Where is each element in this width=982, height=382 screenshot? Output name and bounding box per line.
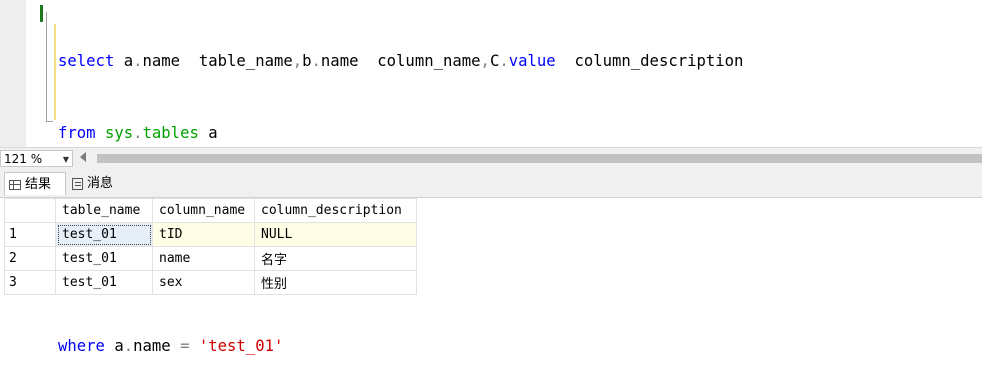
keyword: where <box>58 336 105 355</box>
comma: , <box>292 52 303 71</box>
table-row[interactable]: 3 test_01 sex 性别 <box>4 270 417 295</box>
system-view: tables <box>142 123 199 142</box>
column-header[interactable]: column_description <box>254 198 417 223</box>
table-cell[interactable]: test_01 <box>55 222 153 247</box>
table-cell[interactable]: NULL <box>254 222 417 247</box>
dot: . <box>133 52 143 71</box>
grid-icon <box>9 179 21 190</box>
sql-line-2[interactable]: from sys.tables a <box>58 122 982 146</box>
row-number[interactable]: 1 <box>4 222 56 247</box>
tab-messages[interactable]: 消息 <box>68 172 130 195</box>
row-number[interactable]: 2 <box>4 246 56 271</box>
row-number-header[interactable] <box>4 198 56 223</box>
horizontal-scrollbar[interactable] <box>97 154 982 163</box>
operator: = <box>180 336 190 355</box>
column-header[interactable]: column_name <box>152 198 255 223</box>
tab-results[interactable]: 结果 <box>4 172 66 195</box>
results-grid[interactable]: table_name column_name column_descriptio… <box>0 198 982 307</box>
table-cell[interactable]: name <box>152 246 255 271</box>
identifier: name <box>133 336 171 355</box>
result-tabs: 结果 消息 <box>0 170 982 198</box>
keyword: select <box>58 52 115 71</box>
table-cell[interactable]: tID <box>152 222 255 247</box>
identifier: C <box>489 52 500 71</box>
table-cell[interactable]: test_01 <box>55 270 153 295</box>
alias: column_name <box>377 52 481 71</box>
editor-gutter <box>0 0 26 147</box>
table-cell[interactable]: sex <box>152 270 255 295</box>
table-row[interactable]: 1 test_01 tID NULL <box>4 222 417 247</box>
identifier: b <box>302 52 312 71</box>
sql-line-1[interactable]: select a.name table_name,b.name column_n… <box>58 50 982 74</box>
message-icon <box>72 177 83 190</box>
header-row: table_name column_name column_descriptio… <box>4 198 417 223</box>
alias: table_name <box>198 52 293 71</box>
dot: . <box>499 52 509 71</box>
zoom-bar: 121 % ▼ <box>0 147 982 170</box>
zoom-dropdown[interactable]: 121 % ▼ <box>0 150 73 167</box>
row-number[interactable]: 3 <box>4 270 56 295</box>
keyword: value <box>508 52 556 71</box>
comma: , <box>480 52 490 71</box>
statement-outline-bracket <box>46 12 53 122</box>
dot: . <box>133 123 143 142</box>
tab-messages-label: 消息 <box>87 176 114 191</box>
identifier: a <box>123 52 134 71</box>
string-literal: 'test_01' <box>198 336 284 355</box>
scroll-left-icon[interactable] <box>80 152 86 162</box>
identifier: name <box>142 52 181 71</box>
table-cell[interactable]: 性别 <box>254 270 417 295</box>
table-row[interactable]: 2 test_01 name 名字 <box>4 246 417 271</box>
identifier: name <box>320 52 359 71</box>
results-table[interactable]: table_name column_name column_descriptio… <box>4 198 417 295</box>
sql-line-5[interactable]: where a.name = 'test_01' <box>58 335 982 359</box>
sql-editor[interactable]: select a.name table_name,b.name column_n… <box>58 3 982 354</box>
dot: . <box>311 52 321 71</box>
identifier: a <box>114 336 124 355</box>
chevron-down-icon: ▼ <box>62 155 69 164</box>
alias: column_description <box>574 52 744 71</box>
zoom-value: 121 % <box>4 152 43 166</box>
unsaved-change-bar <box>54 24 56 120</box>
table-cell[interactable]: test_01 <box>55 246 153 271</box>
table-cell[interactable]: 名字 <box>254 246 417 271</box>
schema: sys <box>104 123 134 142</box>
alias: a <box>208 123 218 142</box>
dot: . <box>123 336 134 355</box>
column-header[interactable]: table_name <box>55 198 153 223</box>
tab-results-label: 结果 <box>25 177 52 192</box>
change-marker <box>40 5 43 22</box>
keyword: from <box>58 123 96 142</box>
